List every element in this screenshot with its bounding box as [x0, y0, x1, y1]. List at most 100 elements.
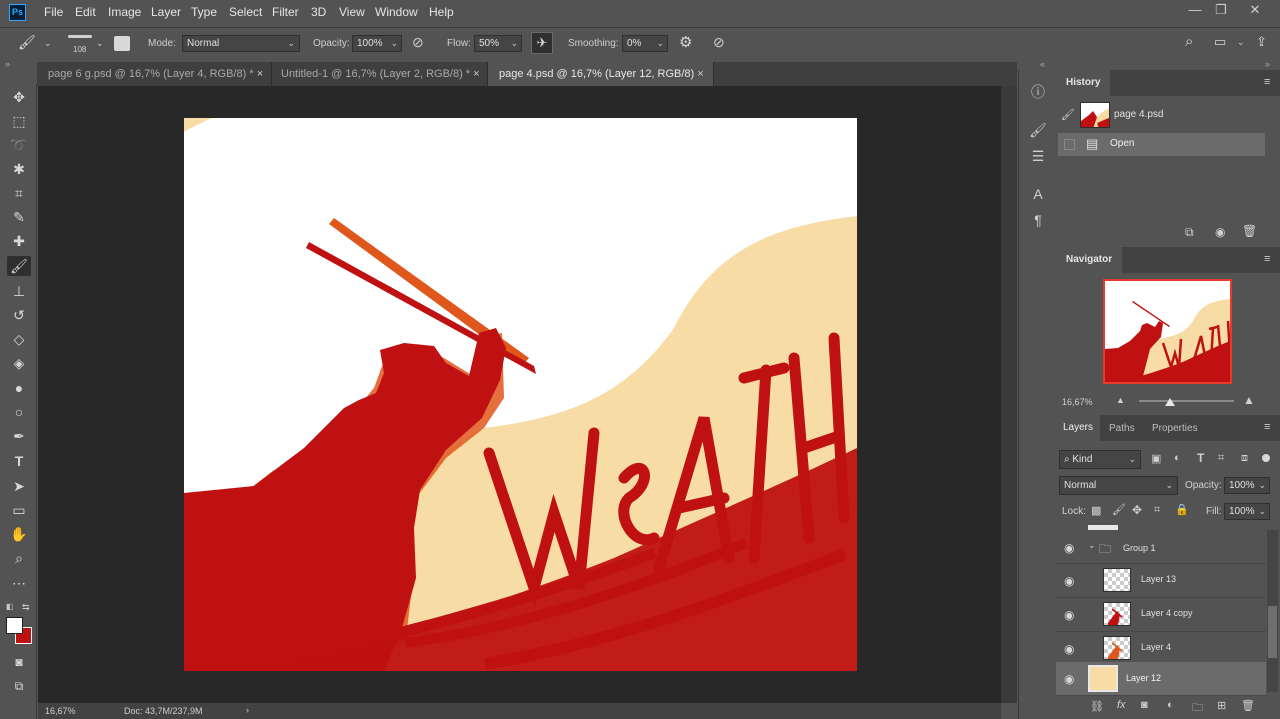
brush-picker-chevron-icon[interactable]: ⌄	[96, 38, 104, 49]
screen-mode-icon[interactable]: ⧉	[7, 676, 31, 696]
tab-properties[interactable]: Properties	[1152, 423, 1198, 434]
smoothing-input[interactable]: 0% ⌄	[622, 35, 668, 52]
layer-row-group-1[interactable]: ◉ ⌄ 🗀 Group 1	[1056, 532, 1266, 564]
adjust-sliders-icon[interactable]: ☰	[1028, 146, 1048, 166]
search-icon[interactable]: ⌕	[1185, 33, 1193, 50]
eye-icon[interactable]: ◉	[1064, 541, 1074, 555]
history-source-checkbox[interactable]	[1064, 139, 1075, 150]
filter-pixel-icon[interactable]: ▣	[1151, 452, 1161, 465]
trash-icon[interactable]: 🗑	[1241, 699, 1255, 712]
tab-untitled-1[interactable]: Untitled-1 @ 16,7% (Layer 2, RGB/8) * ×	[270, 62, 488, 86]
status-menu-icon[interactable]: ›	[246, 705, 249, 715]
workspace-icon[interactable]: ▭	[1214, 34, 1226, 50]
layer-row-layer-12[interactable]: ◉ Layer 12	[1056, 662, 1266, 696]
lock-all-icon[interactable]: 🔒	[1175, 503, 1189, 516]
lock-pixels-icon[interactable]: 🖌	[1112, 503, 1126, 516]
expand-toolbar-icon[interactable]: »	[5, 59, 10, 69]
flow-input[interactable]: 50% ⌄	[474, 35, 522, 52]
new-document-from-state-icon[interactable]: ⧉	[1185, 225, 1194, 240]
zoom-in-mountain-icon[interactable]: ▲	[1243, 393, 1255, 407]
workspace-chevron-icon[interactable]: ⌄	[1237, 37, 1245, 48]
crop-tool-icon[interactable]: ⌗	[7, 183, 31, 203]
menu-filter[interactable]: Filter	[272, 5, 299, 19]
menu-layer[interactable]: Layer	[151, 5, 181, 19]
zoom-out-mountain-icon[interactable]: ▲	[1116, 395, 1125, 405]
blur-tool-icon[interactable]: ●	[7, 378, 31, 398]
zoom-slider-thumb[interactable]	[1165, 398, 1176, 406]
history-brush-source-icon[interactable]: 🖌	[1061, 108, 1075, 121]
navigator-preview[interactable]	[1103, 279, 1232, 384]
close-icon[interactable]: ×	[473, 68, 479, 80]
paragraph-icon[interactable]: ¶	[1028, 210, 1048, 230]
menu-image[interactable]: Image	[108, 5, 141, 19]
hand-tool-icon[interactable]: ✋	[7, 524, 31, 544]
brush-settings-icon[interactable]	[114, 36, 130, 51]
path-selection-icon[interactable]: ➤	[7, 476, 31, 496]
fill-input[interactable]: 100% ⌄	[1224, 503, 1270, 520]
healing-brush-icon[interactable]: ✚	[7, 231, 31, 251]
swap-colors-icon[interactable]: ⇆	[22, 602, 30, 613]
panel-menu-icon[interactable]: ≡	[1264, 76, 1270, 88]
camera-icon[interactable]: ◉	[1215, 225, 1225, 239]
layer-row-layer-4[interactable]: ◉ Layer 4	[1056, 632, 1266, 666]
rectangle-tool-icon[interactable]: ▭	[7, 500, 31, 520]
brush-tool-icon[interactable]: 🖌	[18, 34, 36, 51]
trash-icon[interactable]: 🗑	[1242, 224, 1257, 238]
opacity-input[interactable]: 100% ⌄	[352, 35, 402, 52]
close-icon[interactable]: ×	[257, 68, 263, 80]
pen-tool-icon[interactable]: ✒	[7, 426, 31, 446]
zoom-tool-icon[interactable]: ⌕	[7, 548, 31, 568]
eye-icon[interactable]: ◉	[1064, 574, 1074, 588]
tool-preset-chevron-icon[interactable]: ⌄	[44, 38, 52, 49]
gear-icon[interactable]: ⚙	[679, 33, 692, 51]
eye-icon[interactable]: ◉	[1064, 608, 1074, 622]
type-tool-icon[interactable]: T	[7, 451, 31, 471]
tab-paths[interactable]: Paths	[1109, 423, 1135, 434]
brush-preview-icon[interactable]	[68, 35, 92, 38]
history-snapshot-thumbnail[interactable]	[1080, 102, 1110, 128]
menu-3d[interactable]: 3D	[311, 5, 326, 19]
eraser-icon[interactable]: ◇	[7, 329, 31, 349]
close-icon[interactable]: ×	[697, 68, 703, 80]
panel-menu-icon[interactable]: ≡	[1264, 253, 1270, 265]
navigator-zoom-slider[interactable]	[1139, 400, 1234, 402]
filter-smart-object-icon[interactable]: ⧈	[1241, 452, 1248, 465]
history-tab[interactable]: History	[1056, 69, 1111, 96]
filter-shape-icon[interactable]: ⌗	[1218, 452, 1224, 465]
info-icon[interactable]: ⓘ	[1028, 82, 1048, 102]
eyedropper-icon[interactable]: ✎	[7, 207, 31, 227]
lock-artboard-icon[interactable]: ⌗	[1154, 504, 1160, 517]
pressure-size-icon[interactable]: ⊘	[713, 34, 725, 51]
default-colors-icon[interactable]: ◧	[6, 602, 14, 611]
filter-toggle-icon[interactable]	[1262, 454, 1270, 462]
dodge-tool-icon[interactable]: ○	[7, 402, 31, 422]
quick-mask-icon[interactable]: ◙	[7, 652, 31, 672]
chevron-down-icon[interactable]: ⌄	[1088, 540, 1096, 551]
collapse-panels-icon[interactable]: «	[1040, 59, 1045, 69]
fx-icon[interactable]: fx	[1117, 699, 1126, 711]
paint-bucket-icon[interactable]: ◈	[7, 353, 31, 373]
more-tools-icon[interactable]: ⋯	[7, 573, 31, 593]
lock-position-icon[interactable]: ✥	[1132, 503, 1142, 517]
history-brush-icon[interactable]: ↺	[7, 305, 31, 325]
menu-type[interactable]: Type	[191, 5, 217, 19]
brush-tool-icon[interactable]: 🖌	[7, 256, 31, 276]
foreground-color-swatch[interactable]	[6, 617, 23, 634]
move-tool-icon[interactable]: ✥	[7, 87, 31, 107]
zoom-level[interactable]: 16,67%	[45, 706, 76, 716]
panel-menu-icon[interactable]: ≡	[1264, 421, 1270, 433]
layer-mask-icon[interactable]: ◙	[1141, 699, 1148, 711]
menu-window[interactable]: Window	[375, 5, 418, 19]
adjustment-layer-icon[interactable]: ◐	[1167, 699, 1174, 711]
menu-help[interactable]: Help	[429, 5, 454, 19]
menu-view[interactable]: View	[339, 5, 365, 19]
menu-file[interactable]: File	[44, 5, 63, 19]
tab-page-4[interactable]: page 4.psd @ 16,7% (Layer 12, RGB/8) ×	[488, 62, 714, 86]
blend-mode-select[interactable]: Normal ⌄	[1059, 476, 1178, 495]
layers-scrollbar[interactable]	[1267, 530, 1278, 692]
lock-transparency-icon[interactable]: ▩	[1091, 504, 1101, 517]
link-layers-icon[interactable]: ⛓	[1090, 700, 1104, 713]
menu-edit[interactable]: Edit	[75, 5, 96, 19]
clone-stamp-icon[interactable]: ⊥	[7, 281, 31, 301]
new-layer-icon[interactable]: ⊞	[1217, 699, 1226, 712]
